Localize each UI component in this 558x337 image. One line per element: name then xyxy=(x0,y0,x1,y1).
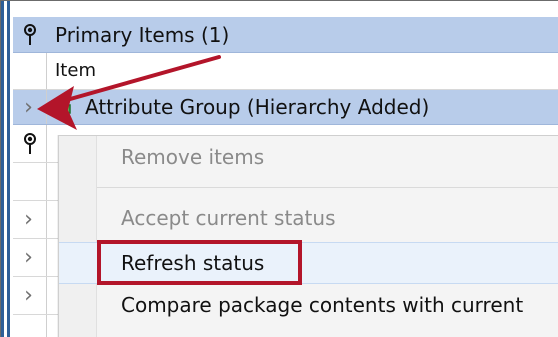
group-title: Primary Items (1) xyxy=(55,22,230,47)
pin-icon[interactable] xyxy=(22,23,38,46)
left-rail-inner xyxy=(7,1,10,337)
row-gutter xyxy=(13,315,47,337)
column-header-row: Item xyxy=(13,53,558,90)
chevron-right-icon[interactable]: › xyxy=(24,95,33,120)
group-row-primary-items[interactable]: Primary Items (1) xyxy=(13,17,558,53)
row-gutter: › xyxy=(13,90,47,124)
selected-row-label: Attribute Group (Hierarchy Added) xyxy=(85,95,430,119)
row-gutter xyxy=(13,125,47,162)
chevron-right-icon[interactable]: › xyxy=(24,207,33,232)
context-menu: Remove items Accept current status Refre… xyxy=(58,135,558,337)
row-gutter: › xyxy=(13,239,47,276)
chevron-right-icon[interactable]: › xyxy=(24,245,33,270)
menu-separator xyxy=(97,187,558,188)
chevron-right-icon[interactable]: › xyxy=(24,283,33,308)
pin-icon[interactable] xyxy=(22,132,38,155)
menu-item-remove-items[interactable]: Remove items xyxy=(59,137,558,177)
folder-icon xyxy=(51,102,71,114)
row-gutter xyxy=(13,17,47,52)
menu-item-label: Compare package contents with current xyxy=(121,293,524,317)
menu-item-compare-package-contents[interactable]: Compare package contents with current xyxy=(59,285,558,325)
row-gutter: › xyxy=(13,277,47,314)
row-gutter xyxy=(13,163,47,200)
menu-item-label: Accept current status xyxy=(121,206,336,230)
row-gutter: › xyxy=(13,201,47,238)
screenshot-frame: Primary Items (1) Item › Attribute Group… xyxy=(0,0,558,337)
selected-row-attribute-group[interactable]: › Attribute Group (Hierarchy Added) xyxy=(13,90,558,125)
refresh-status-highlight-box xyxy=(97,240,302,285)
row-gutter xyxy=(13,53,47,89)
menu-item-accept-current-status[interactable]: Accept current status xyxy=(59,198,558,238)
menu-item-label: Remove items xyxy=(121,145,265,169)
column-header-item[interactable]: Item xyxy=(47,62,96,80)
